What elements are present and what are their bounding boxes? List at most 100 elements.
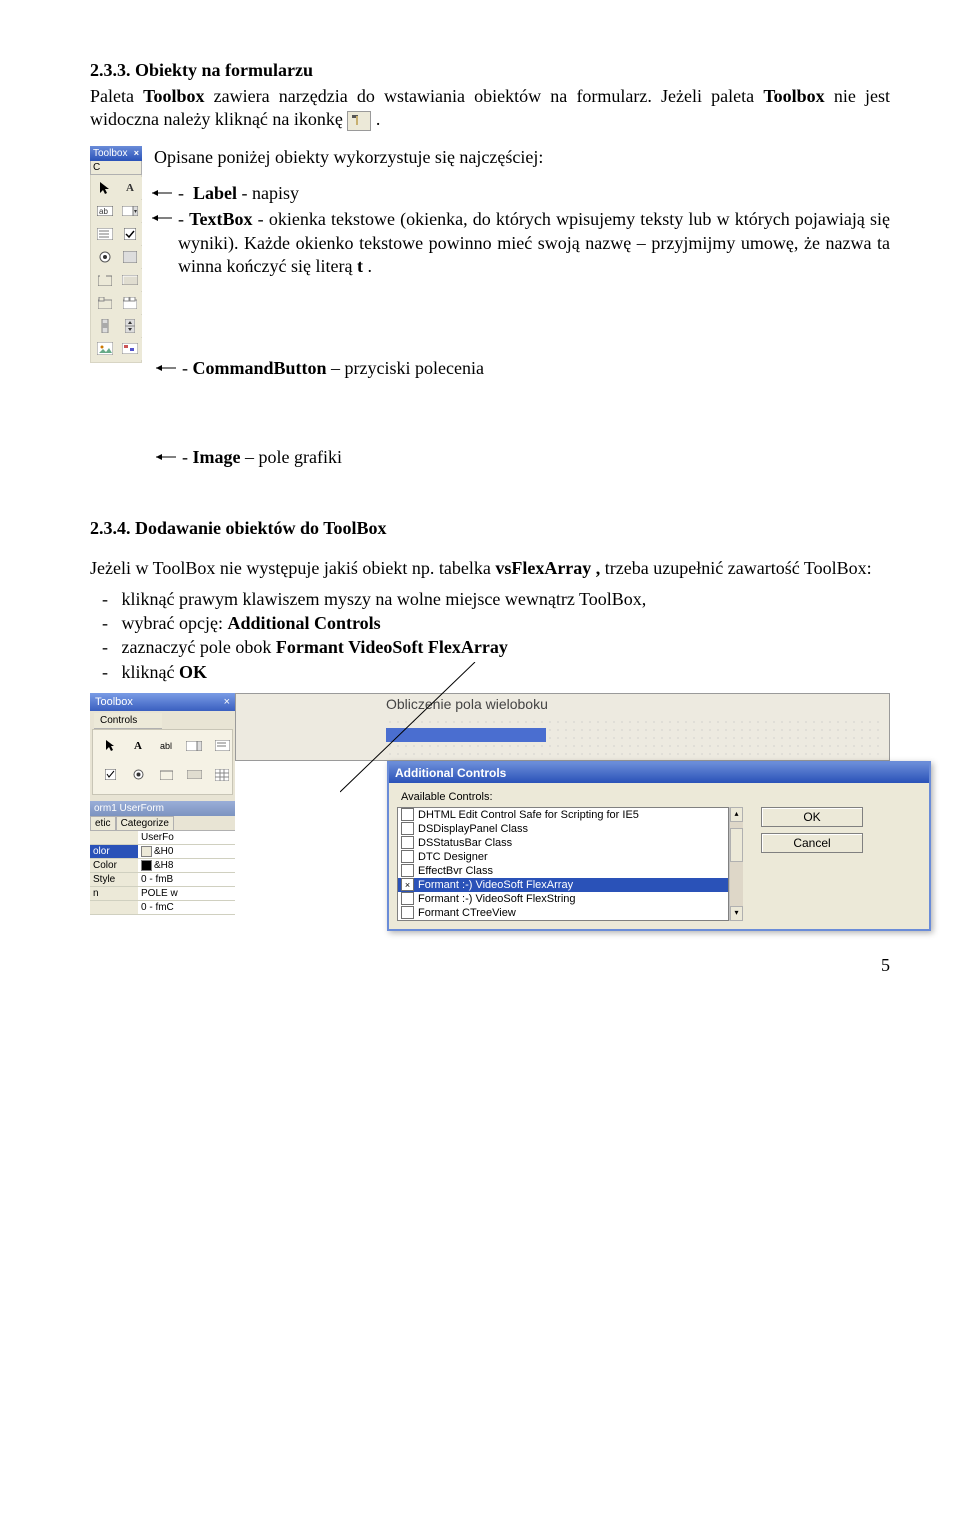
textbox-icon[interactable]: abl [153,734,179,758]
available-controls-list[interactable]: DHTML Edit Control Safe for Scripting fo… [397,807,729,921]
frame-icon[interactable] [93,269,117,291]
flexgrid-icon[interactable] [209,763,235,787]
checkbox-icon[interactable] [401,892,414,905]
list-item[interactable]: DSDisplayPanel Class [398,822,728,836]
list-item: - kliknąć prawym klawiszem myszy na woln… [120,587,890,611]
page-number: 5 [90,955,890,976]
text: trzeba uzupełnić zawartość ToolBox: [605,558,872,578]
checkbox-icon[interactable] [97,763,123,787]
frame-icon[interactable] [153,763,179,787]
arrow-icon [150,183,174,197]
prop-value[interactable]: &H0 [138,845,235,859]
checkbox-icon[interactable] [401,808,414,821]
list-item[interactable]: Formant DocSite OLE programu Outlook [398,920,728,921]
toolbox-tab[interactable]: C [90,161,142,175]
close-icon[interactable]: × [224,696,230,708]
close-icon[interactable]: × [134,148,139,158]
label-desc: - napisy [237,183,299,203]
list-item[interactable]: ×Formant :-) VideoSoft FlexArray [398,878,728,892]
scroll-down-icon[interactable]: ▾ [730,906,743,921]
properties-tab-categorized[interactable]: Categorize [116,816,174,830]
textbox-row: - TextBox - okienka tekstowe (okienka, d… [150,208,890,284]
prop-key: Style [90,873,138,887]
object-descriptions: Opisane poniżej obiekty wykorzystuje się… [154,146,890,473]
textbox-name: TextBox [189,209,252,229]
toolbox-palette: Toolbox × C A ab [90,146,142,363]
toolbox2-grid: A abl [92,729,233,795]
intro-line: Opisane poniżej obiekty wykorzystuje się… [154,146,890,169]
list-item[interactable]: EffectBvr Class [398,864,728,878]
pointer-icon[interactable] [97,734,123,758]
toolbox2-tab[interactable]: Controls [94,713,162,729]
commandbutton-name: CommandButton [193,358,327,378]
textbox-icon[interactable]: ab [93,200,117,222]
scroll-handle[interactable] [730,828,743,862]
commandbutton-icon[interactable] [181,763,207,787]
combobox-icon[interactable] [118,200,142,222]
bold-text: Toolbox [763,86,824,106]
checkbox-icon[interactable] [401,850,414,863]
svg-text:ab: ab [99,207,108,216]
prop-value[interactable]: UserFo [138,831,235,845]
image-icon[interactable] [93,338,117,360]
list-scrollbar[interactable]: ▴ ▾ [729,807,743,921]
checkbox-icon[interactable] [401,822,414,835]
image-name: Image [193,447,241,467]
image-row: - Image – pole grafiki [154,447,890,468]
listbox-icon[interactable] [93,223,117,245]
label-name: Label [193,183,237,203]
togglebutton-icon[interactable] [118,246,142,268]
label-icon[interactable]: A [118,177,142,199]
properties-tab-alphabetic[interactable]: etic [90,816,116,830]
bold-text: Toolbox [143,86,204,106]
hammer-icon [347,111,371,131]
text: Paleta [90,86,143,106]
refedit-icon[interactable] [118,338,142,360]
ok-button[interactable]: OK [761,807,863,827]
paragraph-2: Jeżeli w ToolBox nie występuje jakiś obi… [90,557,890,580]
text: . [371,109,380,129]
pointer-icon[interactable] [93,177,117,199]
toolbox2-title: Toolbox [95,696,133,708]
list-item[interactable]: Formant :-) VideoSoft FlexString [398,892,728,906]
label-row: - Label - napisy [150,183,890,204]
list-item[interactable]: DHTML Edit Control Safe for Scripting fo… [398,808,728,822]
textbox-desc-end: . [363,256,372,276]
list-item[interactable]: DSStatusBar Class [398,836,728,850]
tabstrip-icon[interactable] [93,292,117,314]
list-item[interactable]: Formant CTreeView [398,906,728,920]
prop-value[interactable]: 0 - fmB [138,873,235,887]
toolbox-description-block: Toolbox × C A ab Opisane poniżej obiekty… [90,146,890,473]
right-panel: Obliczenie pola wieloboku Additional Con… [235,693,890,915]
cancel-button[interactable]: Cancel [761,833,863,853]
toolbox2-titlebar: Toolbox × [90,693,235,711]
checkbox-icon[interactable] [401,864,414,877]
prop-value[interactable]: &H8 [138,859,235,873]
optionbutton-icon[interactable] [93,246,117,268]
checkbox-icon[interactable] [401,906,414,919]
toolbox-title: Toolbox [93,148,127,159]
combobox-icon[interactable] [181,734,207,758]
properties-header: orm1 UserForm [90,801,235,816]
commandbutton-icon[interactable] [118,269,142,291]
spinbutton-icon[interactable] [118,315,142,337]
prop-value[interactable]: 0 - fmC [138,901,235,915]
checkbox-icon[interactable] [401,836,414,849]
prop-key: olor [90,845,138,859]
scrollbar-icon[interactable] [93,315,117,337]
arrow-icon [150,208,174,222]
checkbox-icon[interactable] [118,223,142,245]
optionbutton-icon[interactable] [125,763,151,787]
label-icon[interactable]: A [125,734,151,758]
checkbox-icon[interactable] [401,920,414,921]
scroll-up-icon[interactable]: ▴ [730,807,743,822]
image-desc: – pole grafiki [241,447,342,467]
multipage-icon[interactable] [118,292,142,314]
checkbox-icon[interactable]: × [401,878,414,891]
text: zawiera narzędzia do wstawiania obiektów… [205,86,764,106]
list-item[interactable]: DTC Designer [398,850,728,864]
list-item: - wybrać opcję: Additional Controls [120,611,890,635]
properties-grid: UserFo olor &H0 Color &H8 Style 0 - fmB … [90,830,235,915]
listbox-icon[interactable] [209,734,235,758]
prop-value[interactable]: POLE w [138,887,235,901]
